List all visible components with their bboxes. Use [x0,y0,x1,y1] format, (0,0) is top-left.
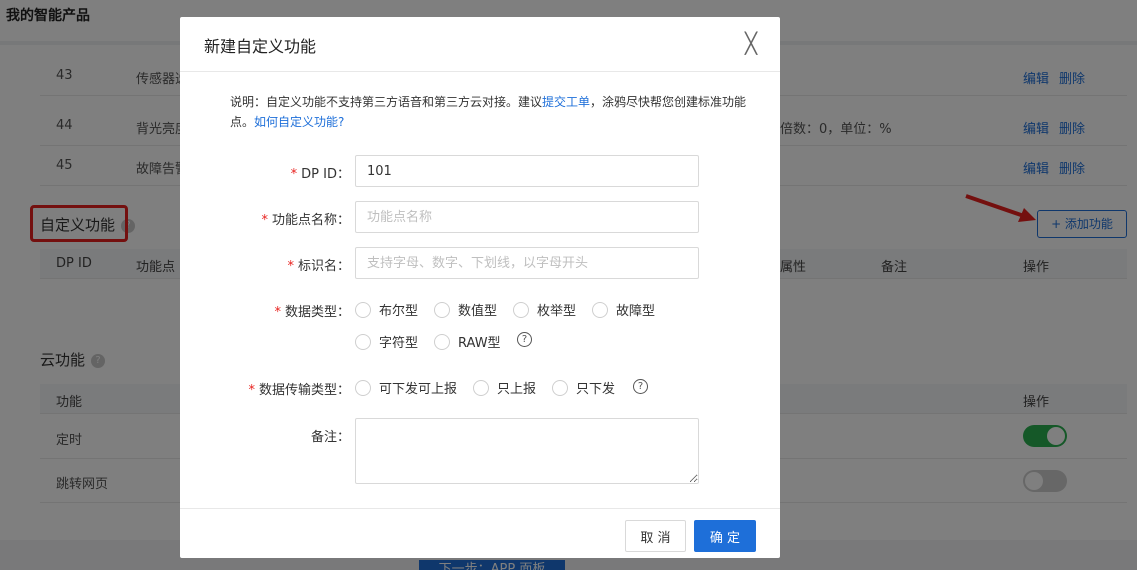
create-custom-function-dialog: 新建自定义功能 ╳ 说明：自定义功能不支持第三方语音和第三方云对接。建议提交工单… [180,17,780,558]
radio-circle [434,333,450,350]
transfer-type-label-text: 数据传输类型： [258,383,350,398]
required-mark: * [248,383,255,398]
radio-value[interactable]: 数值型 [434,300,498,319]
confirm-button[interactable]: 确 定 [694,520,756,552]
function-name-input[interactable] [355,201,699,233]
radio-label: 布尔型 [379,304,419,319]
radio-circle [592,301,608,318]
cancel-button[interactable]: 取 消 [625,520,686,552]
function-name-label-text: 功能点名称： [271,213,350,228]
remark-label: 备注： [180,426,350,445]
required-mark: * [274,305,281,320]
radio-raw[interactable]: RAW型 [434,332,501,351]
required-mark: * [287,259,294,274]
remark-label-text: 备注： [310,430,350,445]
dp-id-input[interactable] [355,155,699,187]
radio-circle [355,301,371,318]
radio-send-only[interactable]: 只下发 [552,378,616,397]
question-icon[interactable]: ? [517,332,532,347]
radio-report-only[interactable]: 只上报 [473,378,537,397]
description-text: 说明：自定义功能不支持第三方语音和第三方云对接。建议 [230,95,543,109]
radio-circle [355,333,371,350]
radio-label: 数值型 [458,304,498,319]
data-type-label-text: 数据类型： [284,305,350,320]
transfer-type-label: * 数据传输类型： [180,379,350,398]
radio-label: 字符型 [379,336,419,351]
dialog-footer: 取 消 确 定 [180,508,780,558]
dialog-header: 新建自定义功能 ╳ [180,17,780,72]
required-mark: * [290,167,298,182]
submit-ticket-link[interactable]: 提交工单 [542,95,590,109]
radio-label: 故障型 [616,304,656,319]
radio-circle [513,301,529,318]
dp-id-label-text: DP ID： [301,167,350,182]
radio-label: 枚举型 [537,304,577,319]
radio-label: 可下发可上报 [379,382,458,397]
identifier-label: * 标识名： [180,255,350,274]
radio-report-and-send[interactable]: 可下发可上报 [355,378,458,397]
close-icon[interactable]: ╳ [745,33,757,53]
identifier-label-text: 标识名： [297,259,350,274]
how-to-custom-link[interactable]: 如何自定义功能? [254,115,344,129]
radio-circle [434,301,450,318]
remark-textarea[interactable] [355,418,699,484]
radio-enum[interactable]: 枚举型 [513,300,577,319]
radio-label: RAW型 [458,336,501,351]
question-icon[interactable]: ? [633,379,648,394]
dialog-title: 新建自定义功能 [204,37,317,56]
function-name-label: * 功能点名称： [180,209,350,228]
required-mark: * [261,213,268,228]
radio-label: 只上报 [497,382,537,397]
radio-circle [552,379,568,396]
dp-id-label: * DP ID： [180,163,350,182]
data-type-label: * 数据类型： [180,301,350,320]
radio-fault[interactable]: 故障型 [592,300,656,319]
radio-string[interactable]: 字符型 [355,332,419,351]
identifier-input[interactable] [355,247,699,279]
radio-boolean[interactable]: 布尔型 [355,300,419,319]
radio-label: 只下发 [576,382,616,397]
dialog-description: 说明：自定义功能不支持第三方语音和第三方云对接。建议提交工单，涂鸦尽快帮您创建标… [230,92,750,132]
radio-circle [473,379,489,396]
radio-circle [355,379,371,396]
